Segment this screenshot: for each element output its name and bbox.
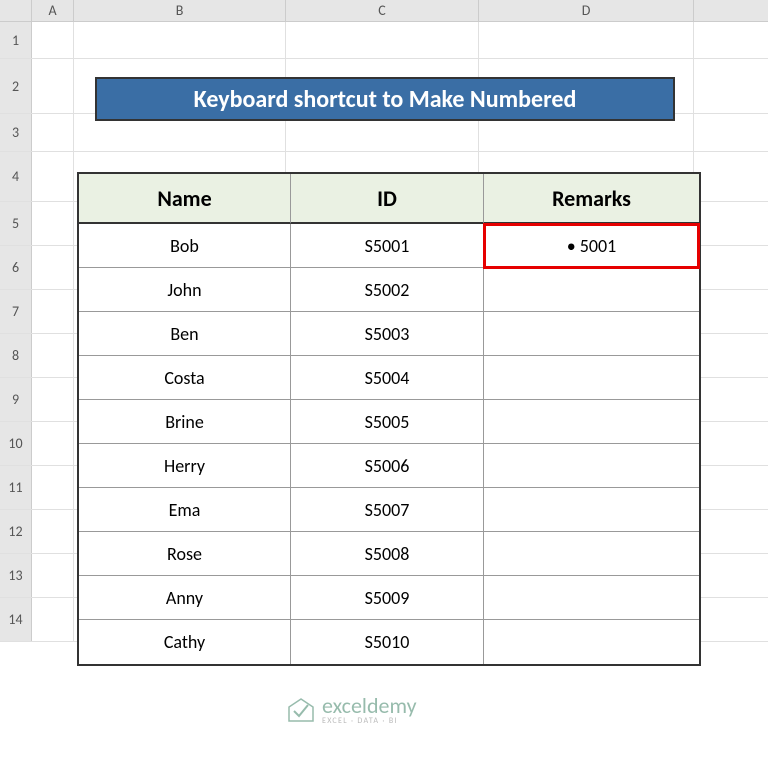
cell-A12[interactable] [32, 510, 74, 553]
table-row: Ema S5007 [79, 488, 699, 532]
watermark-main: exceldemy [322, 695, 417, 717]
table-row: John S5002 [79, 268, 699, 312]
cell-A8[interactable] [32, 334, 74, 377]
cell-A10[interactable] [32, 422, 74, 465]
cell-name[interactable]: Bob [79, 224, 291, 268]
cell-remarks[interactable] [484, 444, 699, 488]
cell-name[interactable]: Anny [79, 576, 291, 620]
watermark: exceldemy EXCEL · DATA · BI [286, 695, 417, 725]
row-header-3[interactable]: 3 [0, 114, 32, 151]
cell-id[interactable]: S5002 [291, 268, 484, 312]
cell-B1[interactable] [74, 22, 286, 58]
col-header-D[interactable]: D [479, 0, 694, 21]
cell-id[interactable]: S5009 [291, 576, 484, 620]
table-row: Rose S5008 [79, 532, 699, 576]
cell-A7[interactable] [32, 290, 74, 333]
table-header-row: Name ID Remarks [79, 174, 699, 224]
cell-A2[interactable] [32, 59, 74, 113]
cell-name[interactable]: Brine [79, 400, 291, 444]
cell-remarks[interactable] [484, 532, 699, 576]
row-header-10[interactable]: 10 [0, 422, 32, 465]
table-row: Brine S5005 [79, 400, 699, 444]
cell-id[interactable]: S5005 [291, 400, 484, 444]
cell-A4[interactable] [32, 152, 74, 201]
data-table: Name ID Remarks Bob S5001 • 5001 John S5… [77, 172, 701, 666]
cell-A14[interactable] [32, 598, 74, 641]
col-header-B[interactable]: B [74, 0, 286, 21]
cell-id[interactable]: S5007 [291, 488, 484, 532]
col-header-A[interactable]: A [32, 0, 74, 21]
row-header-1[interactable]: 1 [0, 22, 32, 58]
header-id[interactable]: ID [291, 174, 484, 224]
row-header-11[interactable]: 11 [0, 466, 32, 509]
cell-remarks[interactable] [484, 268, 699, 312]
cell-remarks[interactable] [484, 356, 699, 400]
spreadsheet-grid: A B C D 1 2 3 4 5 6 7 8 9 10 11 12 13 14… [0, 0, 768, 757]
cell-remarks[interactable] [484, 312, 699, 356]
title-banner: Keyboard shortcut to Make Numbered [95, 77, 675, 121]
table-row: Ben S5003 [79, 312, 699, 356]
table-row: Anny S5009 [79, 576, 699, 620]
table-row: Cathy S5010 [79, 620, 699, 664]
exceldemy-logo-icon [286, 697, 316, 723]
row-header-2[interactable]: 2 [0, 59, 32, 113]
cell-name[interactable]: Ben [79, 312, 291, 356]
row-header-5[interactable]: 5 [0, 202, 32, 245]
cell-A5[interactable] [32, 202, 74, 245]
row-header-13[interactable]: 13 [0, 554, 32, 597]
table-row: Costa S5004 [79, 356, 699, 400]
cell-D1[interactable] [479, 22, 694, 58]
cell-id[interactable]: S5003 [291, 312, 484, 356]
table-row: Bob S5001 • 5001 [79, 224, 699, 268]
row-header-6[interactable]: 6 [0, 246, 32, 289]
cell-A9[interactable] [32, 378, 74, 421]
cell-A11[interactable] [32, 466, 74, 509]
select-all-corner[interactable] [0, 0, 32, 21]
cell-id[interactable]: S5004 [291, 356, 484, 400]
watermark-sub: EXCEL · DATA · BI [322, 717, 417, 725]
cell-A6[interactable] [32, 246, 74, 289]
cell-name[interactable]: Cathy [79, 620, 291, 664]
cell-C1[interactable] [286, 22, 479, 58]
cell-id[interactable]: S5008 [291, 532, 484, 576]
table-row: Herry S5006 [79, 444, 699, 488]
cell-name[interactable]: Ema [79, 488, 291, 532]
cell-id[interactable]: S5006 [291, 444, 484, 488]
cell-name[interactable]: Herry [79, 444, 291, 488]
cell-remarks[interactable] [484, 620, 699, 664]
cell-remarks[interactable] [484, 488, 699, 532]
cell-id[interactable]: S5001 [291, 224, 484, 268]
row-header-9[interactable]: 9 [0, 378, 32, 421]
cell-id[interactable]: S5010 [291, 620, 484, 664]
cell-remarks-selected[interactable]: • 5001 [484, 224, 699, 268]
row-header-4[interactable]: 4 [0, 152, 32, 201]
cell-remarks[interactable] [484, 400, 699, 444]
cell-A3[interactable] [32, 114, 74, 151]
watermark-text: exceldemy EXCEL · DATA · BI [322, 695, 417, 725]
column-headers: A B C D [0, 0, 768, 22]
cell-name[interactable]: John [79, 268, 291, 312]
cell-remarks[interactable] [484, 576, 699, 620]
row-header-8[interactable]: 8 [0, 334, 32, 377]
header-name[interactable]: Name [79, 174, 291, 224]
row-header-7[interactable]: 7 [0, 290, 32, 333]
col-header-C[interactable]: C [286, 0, 479, 21]
row-header-14[interactable]: 14 [0, 598, 32, 641]
cell-name[interactable]: Rose [79, 532, 291, 576]
header-remarks[interactable]: Remarks [484, 174, 699, 224]
cell-name[interactable]: Costa [79, 356, 291, 400]
cell-A13[interactable] [32, 554, 74, 597]
cell-A1[interactable] [32, 22, 74, 58]
row-header-12[interactable]: 12 [0, 510, 32, 553]
